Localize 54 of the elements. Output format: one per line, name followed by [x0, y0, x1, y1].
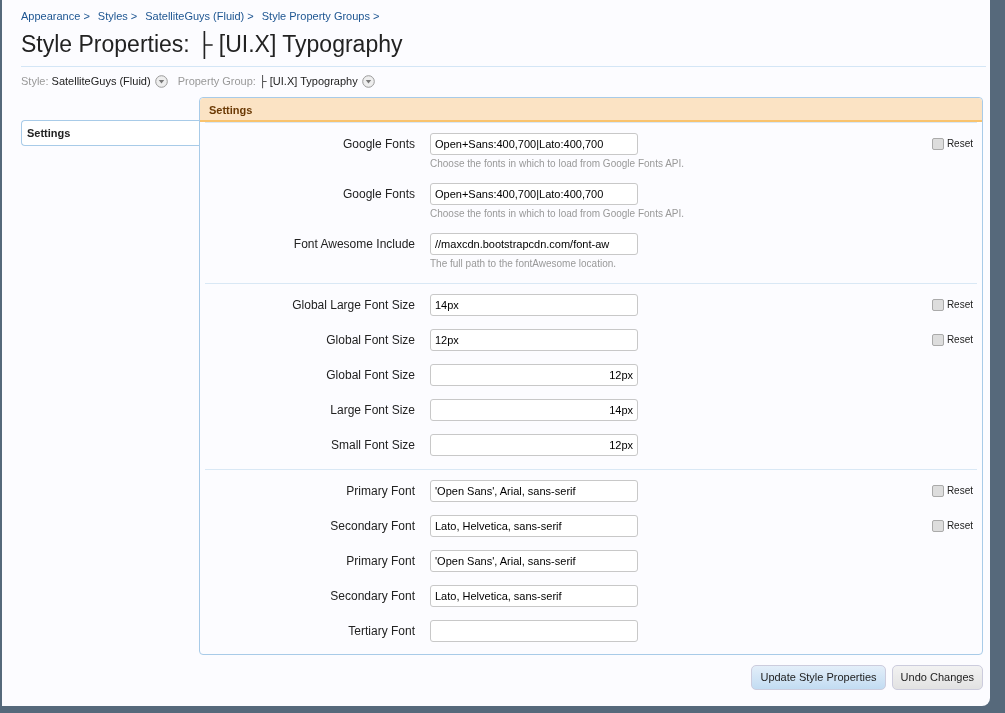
update-button[interactable]: Update Style Properties [751, 665, 886, 690]
field-label: Primary Font [345, 553, 415, 568]
field-label: Tertiary Font [347, 623, 415, 638]
dropdown-icon[interactable] [361, 75, 375, 89]
checkbox[interactable] [931, 333, 944, 346]
input-field[interactable]: 14px [430, 294, 638, 316]
breadcrumb-link[interactable]: Appearance > [21, 8, 90, 25]
dropdown-icon[interactable] [154, 75, 168, 89]
field-label: Global Font Size [325, 332, 415, 347]
input-field[interactable]: 12px [430, 329, 638, 351]
input-field[interactable]: 12px [430, 434, 638, 456]
field-label: Secondary Font [329, 588, 415, 603]
input-field[interactable]: 'Open Sans', Arial, sans-serif [430, 480, 638, 502]
page-title: Style Properties: ├ [UI.X] Typography [21, 29, 404, 58]
checkbox[interactable] [931, 137, 944, 150]
input-field[interactable]: 'Open Sans', Arial, sans-serif [430, 550, 638, 572]
field-label: Global Font Size [325, 367, 415, 382]
input-field[interactable]: Lato, Helvetica, sans-serif [430, 585, 638, 607]
breadcrumb-link[interactable]: SatelliteGuys (Fluid) > [145, 8, 254, 25]
input-field[interactable]: Open+Sans:400,700|Lato:400,700 [430, 183, 638, 205]
field-hint: The full path to the fontAwesome location. [430, 258, 618, 270]
breadcrumb-link[interactable]: Styles > [97, 8, 138, 25]
input-field[interactable]: //maxcdn.bootstrapcdn.com/font-aw [430, 233, 638, 255]
input-field[interactable]: Lato, Helvetica, sans-serif [430, 515, 638, 537]
field-label: Google Fonts [341, 186, 415, 201]
section-header: Settings [200, 98, 982, 122]
sidebar-tab[interactable]: Settings [21, 120, 199, 146]
checkbox-label: Reset [946, 333, 973, 347]
breadcrumb-link[interactable]: Style Property Groups > [261, 8, 380, 25]
input-field[interactable]: 12px [430, 364, 638, 386]
checkbox[interactable] [931, 298, 944, 311]
selector-value: SatelliteGuys (Fluid) [51, 74, 151, 87]
field-hint: Choose the fonts in which to load from Google Fonts API. [430, 158, 686, 170]
input-field[interactable]: Open+Sans:400,700|Lato:400,700 [430, 133, 638, 155]
checkbox-label: Reset [946, 137, 973, 151]
field-label: Small Font Size [329, 437, 415, 452]
field-label: Primary Font [345, 483, 415, 498]
field-label: Font Awesome Include [292, 236, 415, 251]
input-field[interactable]: 14px [430, 399, 638, 421]
checkbox-label: Reset [946, 484, 973, 498]
field-label: Secondary Font [329, 518, 415, 533]
selector-value: ├ [UI.X] Typography [258, 74, 358, 87]
input-field[interactable] [430, 620, 638, 642]
field-label: Google Fonts [341, 136, 415, 151]
checkbox-label: Reset [946, 298, 973, 312]
undo-button[interactable]: Undo Changes [891, 665, 983, 690]
checkbox[interactable] [931, 484, 944, 497]
field-label: Global Large Font Size [291, 297, 415, 312]
field-label: Large Font Size [329, 402, 415, 417]
checkbox-label: Reset [946, 519, 973, 533]
field-hint: Choose the fonts in which to load from Google Fonts API. [430, 208, 686, 220]
selector-label: Property Group: [177, 74, 256, 87]
selector-label: Style: [21, 74, 49, 87]
checkbox[interactable] [931, 519, 944, 532]
